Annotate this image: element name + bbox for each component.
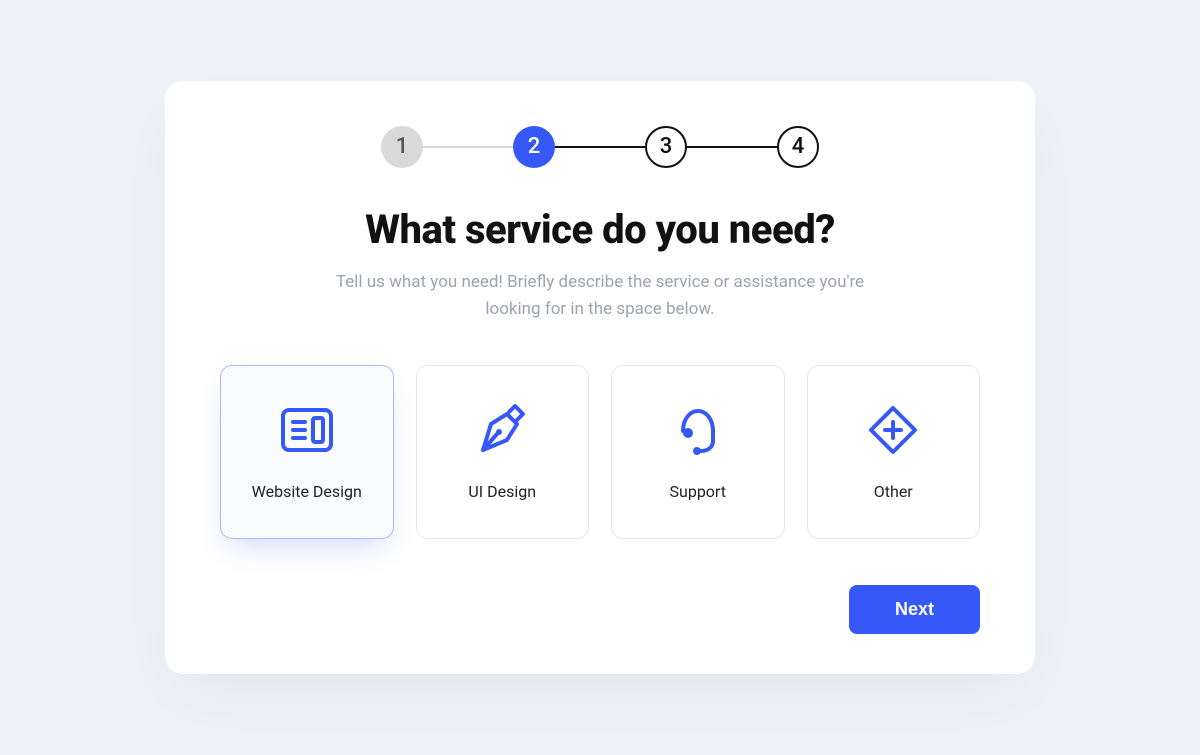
step-1[interactable]: 1: [381, 126, 423, 168]
next-button[interactable]: Next: [849, 585, 980, 634]
step-connector: [423, 146, 513, 148]
headset-icon: [672, 404, 724, 456]
option-label: Website Design: [252, 482, 362, 501]
step-2[interactable]: 2: [513, 126, 555, 168]
service-options: Website Design UI Design: [220, 365, 980, 539]
page-title: What service do you need?: [220, 206, 980, 253]
step-4[interactable]: 4: [777, 126, 819, 168]
option-label: UI Design: [468, 482, 536, 501]
option-website-design[interactable]: Website Design: [220, 365, 394, 539]
wizard-footer: Next: [220, 585, 980, 634]
page-subtitle: Tell us what you need! Briefly describe …: [320, 269, 880, 323]
option-label: Other: [874, 482, 913, 501]
step-connector: [687, 146, 777, 148]
option-support[interactable]: Support: [611, 365, 785, 539]
option-ui-design[interactable]: UI Design: [416, 365, 590, 539]
layout-icon: [281, 404, 333, 456]
option-label: Support: [670, 482, 726, 501]
step-connector: [555, 146, 645, 148]
pen-nib-icon: [476, 404, 528, 456]
step-3[interactable]: 3: [645, 126, 687, 168]
wizard-card: 1 2 3 4 What service do you need? Tell u…: [165, 81, 1035, 674]
option-other[interactable]: Other: [807, 365, 981, 539]
diamond-plus-icon: [867, 404, 919, 456]
stepper: 1 2 3 4: [220, 126, 980, 168]
